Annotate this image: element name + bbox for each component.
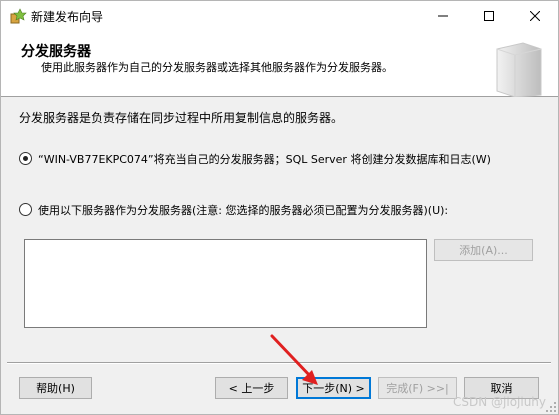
add-button[interactable]: 添加(A)... (434, 239, 533, 261)
wizard-app-icon (10, 8, 27, 24)
finish-button[interactable]: 完成(F) >>| (378, 377, 457, 399)
maximize-icon (484, 11, 494, 21)
minimize-button[interactable] (420, 1, 466, 31)
help-button[interactable]: 帮助(H) (19, 377, 92, 399)
watermark: CSDN @jiojiuhy (453, 395, 547, 409)
next-button[interactable]: 下一步(N) > (296, 377, 371, 399)
wizard-header: 分发服务器 使用此服务器作为自己的分发服务器或选择其他服务器作为分发服务器。 (1, 31, 558, 97)
radio-own-distributor-label[interactable]: “WIN-VB77EKPC074”将充当自己的分发服务器；SQL Server … (38, 151, 491, 167)
server-graphic-icon (496, 42, 542, 97)
description-text: 分发服务器是负责存储在同步过程中所用复制信息的服务器。 (19, 111, 344, 125)
window-title: 新建发布向导 (31, 10, 104, 24)
wizard-window: 新建发布向导 分发服务器 使用此服务器作为自己的分发服务器或选择其他服务器作为分… (0, 0, 559, 415)
server-list[interactable] (24, 239, 427, 328)
back-button[interactable]: < 上一步 (215, 377, 288, 399)
radio-other-distributor-label[interactable]: 使用以下服务器作为分发服务器(注意: 您选择的服务器必须已配置为分发服务器)(U… (38, 202, 448, 218)
radio-own-distributor[interactable] (19, 152, 32, 165)
title-bar: 新建发布向导 (1, 1, 558, 31)
close-button[interactable] (512, 1, 558, 31)
close-icon (530, 11, 540, 21)
page-subtitle: 使用此服务器作为自己的分发服务器或选择其他服务器作为分发服务器。 (41, 61, 393, 74)
maximize-button[interactable] (466, 1, 512, 31)
page-title: 分发服务器 (21, 44, 91, 60)
radio-other-distributor[interactable] (19, 203, 32, 216)
minimize-icon (438, 15, 448, 17)
resize-grip-icon[interactable] (545, 401, 557, 413)
separator (7, 362, 551, 364)
